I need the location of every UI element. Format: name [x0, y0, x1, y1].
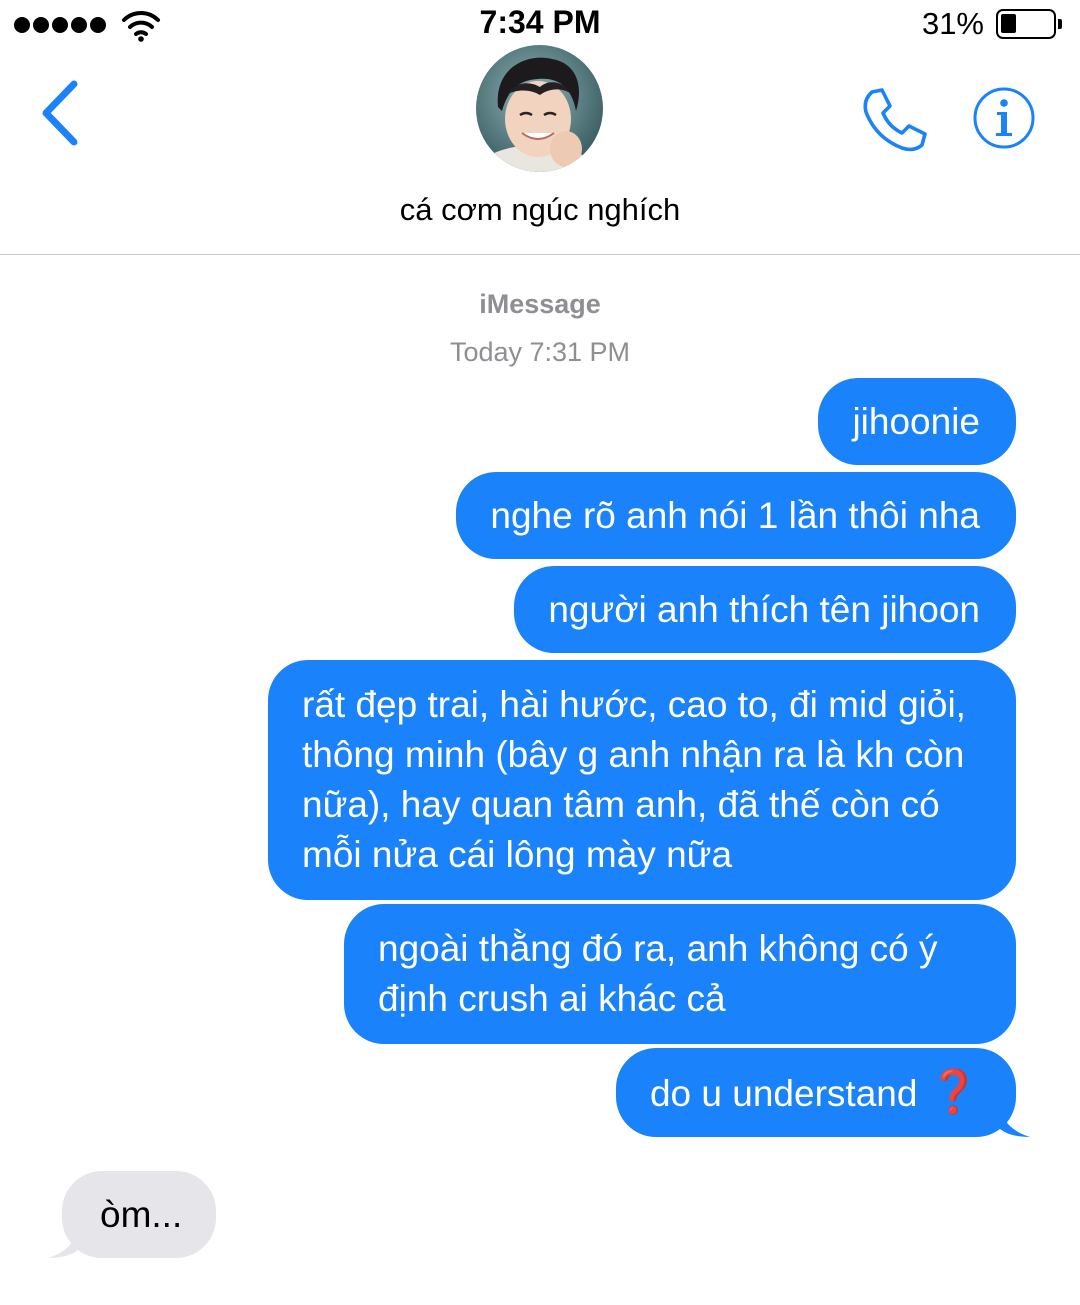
conversation-header: cá cơm ngúc nghích	[0, 45, 1080, 255]
message-text: nghe rõ anh nói 1 lần thôi nha	[490, 495, 980, 536]
battery-percentage: 31%	[921, 6, 984, 41]
status-bar: 7:34 PM 31%	[0, 0, 1080, 50]
back-chevron-icon[interactable]	[30, 78, 90, 148]
message-text: rất đẹp trai, hài hước, cao to, đi mid g…	[302, 684, 966, 875]
info-icon[interactable]	[972, 86, 1036, 150]
message-bubble-sent[interactable]: do u understand ❓	[615, 1048, 1030, 1137]
message-bubble-sent[interactable]: người anh thích tên jihoon	[514, 566, 1016, 653]
bubble-tail	[1000, 1107, 1030, 1137]
message-bubble-sent[interactable]: rất đẹp trai, hài hước, cao to, đi mid g…	[268, 660, 1016, 900]
message-text: òm...	[100, 1194, 183, 1235]
imessage-screen: 7:34 PM 31% cá cơm ngúc nghích iMessage …	[0, 0, 1080, 1305]
message-bubble-sent[interactable]: nghe rõ anh nói 1 lần thôi nha	[456, 472, 1016, 559]
message-bubble-sent[interactable]: ngoài thằng đó ra, anh không có ý định c…	[344, 904, 1016, 1044]
bubble-tail	[48, 1228, 78, 1258]
message-text: do u understand	[649, 1073, 918, 1114]
battery-icon	[996, 9, 1062, 39]
phone-icon[interactable]	[858, 86, 928, 156]
conversation-timestamp: Today 7:31 PM	[449, 337, 631, 367]
message-bubble-sent[interactable]: jihoonie	[818, 378, 1016, 465]
contact-avatar[interactable]	[476, 45, 603, 172]
message-text: ngoài thằng đó ra, anh không có ý định c…	[378, 928, 938, 1019]
status-time: 7:34 PM	[479, 4, 601, 40]
service-label: iMessage	[479, 289, 601, 319]
red-question-mark-emoji: ❓	[927, 1068, 980, 1115]
message-text: người anh thích tên jihoon	[548, 589, 980, 630]
message-bubble-received[interactable]: òm...	[48, 1171, 217, 1258]
message-text: jihoonie	[852, 401, 980, 442]
contact-name[interactable]: cá cơm ngúc nghích	[0, 192, 1080, 228]
